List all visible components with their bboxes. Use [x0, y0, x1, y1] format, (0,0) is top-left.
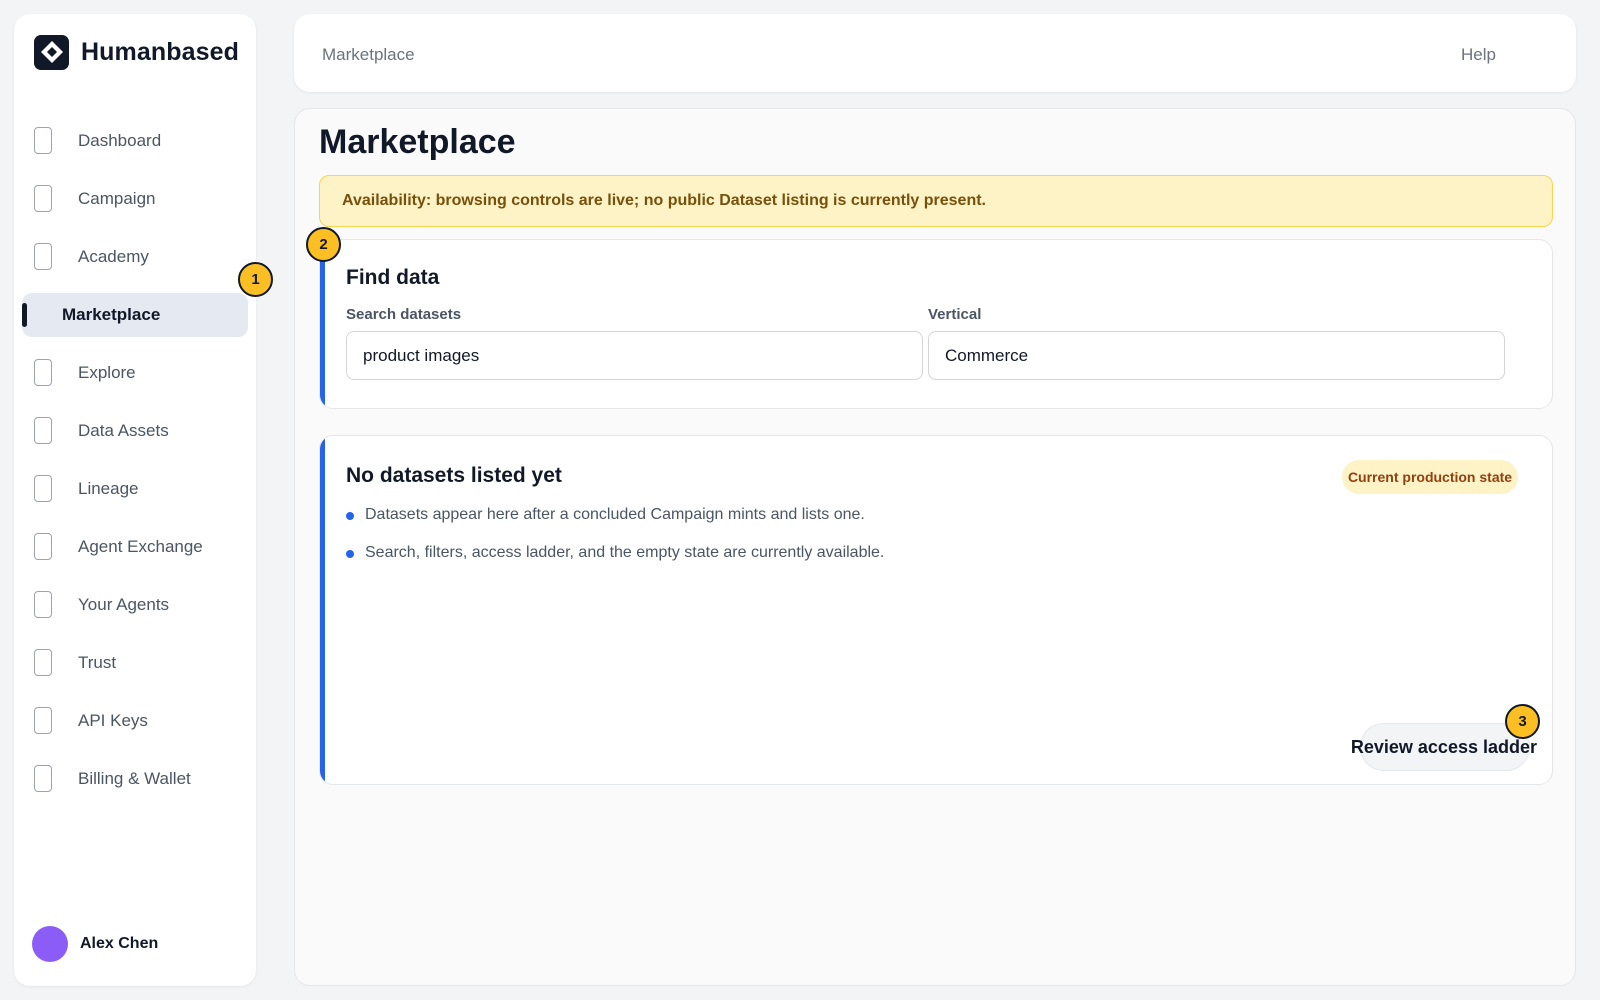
empty-state-title: No datasets listed yet	[346, 464, 562, 487]
breadcrumb: Marketplace	[322, 45, 415, 64]
card-accent-bar	[320, 436, 325, 784]
card-accent-bar	[320, 240, 325, 408]
main-panel: Marketplace Availability: browsing contr…	[294, 108, 1576, 986]
brand[interactable]: Humanbased	[34, 34, 239, 70]
diamond-logo-icon	[34, 34, 69, 70]
active-indicator	[22, 303, 27, 327]
sidebar-item-marketplace[interactable]: Marketplace	[22, 293, 248, 337]
page-title: Marketplace	[319, 123, 516, 161]
page-icon	[34, 359, 52, 386]
sidebar-item-billing-wallet[interactable]: Billing & Wallet	[22, 757, 248, 801]
page-icon	[34, 417, 52, 444]
callout-marker-1: 1	[238, 262, 273, 297]
list-item-text: Datasets appear here after a concluded C…	[365, 506, 865, 523]
status-badge: Current production state	[1342, 460, 1518, 494]
sidebar-item-explore[interactable]: Explore	[22, 351, 248, 395]
sidebar: Humanbased Dashboard Campaign Academy Ma…	[14, 14, 256, 986]
page-icon	[34, 533, 52, 560]
callout-marker-2: 2	[306, 227, 341, 262]
sidebar-item-label: Dashboard	[78, 131, 162, 150]
top-bar: Marketplace Help	[294, 14, 1576, 92]
callout-marker-3: 3	[1505, 704, 1540, 739]
review-access-ladder-button[interactable]: Review access ladder	[1351, 723, 1537, 771]
help-link[interactable]: Help	[1461, 45, 1496, 65]
page-icon	[34, 185, 52, 212]
empty-state-card: No datasets listed yet Current productio…	[319, 435, 1553, 785]
list-item: Datasets appear here after a concluded C…	[346, 504, 884, 542]
sidebar-item-academy[interactable]: Academy	[22, 235, 248, 279]
sidebar-item-label: Your Agents	[78, 595, 170, 614]
sidebar-item-agent-exchange[interactable]: Agent Exchange	[22, 525, 248, 569]
availability-alert: Availability: browsing controls are live…	[319, 175, 1553, 227]
page-icon	[34, 649, 52, 676]
sidebar-item-campaign[interactable]: Campaign	[22, 177, 248, 221]
sidebar-item-label: Billing & Wallet	[78, 769, 191, 788]
avatar	[32, 926, 68, 962]
bullet-dot-icon	[346, 550, 354, 558]
sidebar-item-label: Lineage	[78, 479, 139, 498]
sidebar-item-label: Academy	[78, 247, 149, 266]
sidebar-item-trust[interactable]: Trust	[22, 641, 248, 685]
sidebar-item-your-agents[interactable]: Your Agents	[22, 583, 248, 627]
sidebar-item-label: Trust	[78, 653, 117, 672]
list-item-text: Search, filters, access ladder, and the …	[365, 544, 885, 561]
vertical-input[interactable]: Commerce	[928, 331, 1505, 380]
sidebar-item-label: Marketplace	[62, 305, 161, 324]
search-datasets-input[interactable]: product images	[346, 331, 923, 380]
search-datasets-label: Search datasets	[346, 306, 462, 323]
brand-name: Humanbased	[81, 37, 239, 66]
sidebar-item-label: Agent Exchange	[78, 537, 203, 556]
sidebar-item-label: API Keys	[78, 711, 148, 730]
sidebar-item-api-keys[interactable]: API Keys	[22, 699, 248, 743]
sidebar-item-label: Data Assets	[78, 421, 169, 440]
page-icon	[34, 243, 52, 270]
list-item: Search, filters, access ladder, and the …	[346, 542, 884, 580]
empty-state-list: Datasets appear here after a concluded C…	[346, 504, 884, 580]
sidebar-item-label: Explore	[78, 363, 136, 382]
review-access-ladder-label: Review access ladder	[1350, 736, 1537, 757]
find-data-title: Find data	[346, 266, 440, 289]
page-icon	[34, 765, 52, 792]
sidebar-nav: Dashboard Campaign Academy Marketplace E…	[22, 119, 248, 815]
vertical-label: Vertical	[928, 306, 982, 323]
bullet-dot-icon	[346, 512, 354, 520]
page-icon	[34, 127, 52, 154]
user-menu[interactable]: Alex Chen	[32, 926, 158, 962]
sidebar-item-lineage[interactable]: Lineage	[22, 467, 248, 511]
page-icon	[34, 707, 52, 734]
page-icon	[34, 591, 52, 618]
page-icon	[34, 475, 52, 502]
user-name: Alex Chen	[80, 935, 159, 952]
sidebar-item-data-assets[interactable]: Data Assets	[22, 409, 248, 453]
sidebar-item-dashboard[interactable]: Dashboard	[22, 119, 248, 163]
sidebar-item-label: Campaign	[78, 189, 156, 208]
find-data-card: Find data Search datasets product images…	[319, 239, 1553, 409]
